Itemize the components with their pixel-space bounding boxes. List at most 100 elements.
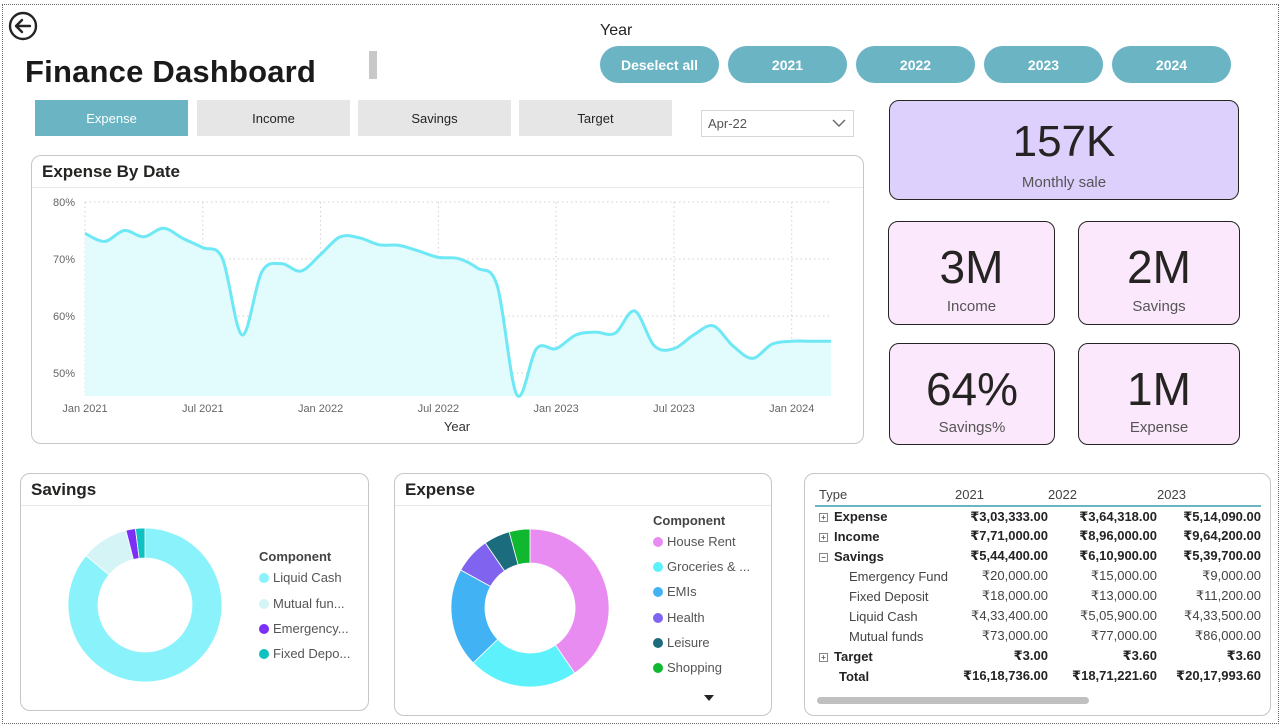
row-label: Total (839, 668, 870, 684)
y-tick-label: 80% (53, 197, 75, 209)
x-tick-label: Jul 2021 (182, 403, 224, 415)
table-row[interactable]: + Expense ₹3,03,333.00 ₹3,64,318.00 ₹5,14,09… (815, 506, 1261, 526)
expand-icon[interactable]: + (819, 652, 828, 662)
value-cell: ₹18,000.00 (981, 588, 1048, 603)
value-cell: ₹5,44,400.00 (970, 548, 1048, 563)
value-cell: ₹18,71,221.60 (1072, 668, 1157, 683)
row-label-cell: Liquid Cash (815, 606, 955, 626)
value-cell: ₹3.60 (1122, 648, 1157, 663)
table-row[interactable]: Emergency Fund ₹20,000.00 ₹15,000.00 ₹9,000… (815, 566, 1261, 586)
kpi-savings-value: 2M (1127, 241, 1191, 293)
value-cell: ₹20,000.00 (981, 568, 1048, 583)
page-title: Finance Dashboard (25, 54, 317, 89)
divider-bar (369, 51, 377, 79)
value-cell: ₹9,64,200.00 (1183, 528, 1261, 543)
legend-scroll-down-icon[interactable] (703, 694, 715, 702)
row-label: Target (834, 648, 873, 664)
x-tick-label: Jul 2023 (653, 403, 695, 415)
table-row[interactable]: Fixed Deposit ₹18,000.00 ₹13,000.00 ₹11,200… (815, 586, 1261, 606)
table-row[interactable]: − Savings ₹5,44,400.00 ₹6,10,900.00 ₹5,39,70… (815, 546, 1261, 566)
value-cell: ₹7,71,000.00 (970, 528, 1048, 543)
tab-income[interactable]: Income (197, 100, 350, 136)
x-tick-label: Jan 2022 (298, 403, 343, 415)
tab-expense[interactable]: Expense (35, 100, 188, 136)
legend-item[interactable]: House Rent (653, 534, 736, 549)
legend-item[interactable]: Liquid Cash (259, 570, 342, 585)
tab-target[interactable]: Target (519, 100, 672, 136)
matrix-header-type[interactable]: Type (815, 484, 955, 507)
kpi-income-value: 3M (939, 241, 1004, 293)
kpi-monthly-sale-card: 157K Monthly sale (889, 100, 1239, 200)
matrix-header-2021[interactable]: 2021 (955, 484, 1048, 507)
year-2023-button[interactable]: 2023 (984, 46, 1103, 83)
year-2021-button[interactable]: 2021 (728, 46, 847, 83)
expense-card-title: Expense (405, 480, 475, 499)
kpi-expense-card: 1M Expense (1078, 343, 1240, 445)
value-cell: ₹73,000.00 (981, 628, 1048, 643)
row-label-cell: Emergency Fund (815, 566, 955, 586)
matrix-horizontal-scrollbar[interactable] (817, 697, 1089, 704)
value-cell: ₹15,000.00 (1090, 568, 1157, 583)
value-cell: ₹13,000.00 (1090, 588, 1157, 603)
table-row[interactable]: + Target ₹3.00 ₹3.60 ₹3.60 (815, 646, 1261, 666)
finance-matrix-table: Type 2021 2022 2023 + Expense ₹3,03,333.00… (815, 484, 1261, 686)
savings-card-title: Savings (31, 480, 97, 499)
tab-savings[interactable]: Savings (358, 100, 511, 136)
matrix-header-2023[interactable]: 2023 (1157, 484, 1261, 507)
row-label-cell: Total (815, 666, 955, 686)
value-cell: ₹4,33,500.00 (1184, 608, 1261, 623)
value-cell: ₹3,64,318.00 (1079, 508, 1157, 524)
table-row[interactable]: Liquid Cash ₹4,33,400.00 ₹5,05,900.00 ₹4,33… (815, 606, 1261, 626)
kpi-savings-pct-label: Savings% (938, 419, 1006, 436)
kpi-monthly-sale-value: 157K (1012, 117, 1116, 166)
table-row[interactable]: + Income ₹7,71,000.00 ₹8,96,000.00 ₹9,64,200… (815, 526, 1261, 546)
expand-icon[interactable]: + (819, 532, 828, 542)
year-2022-button[interactable]: 2022 (856, 46, 975, 83)
savings-legend-title: Component (259, 549, 332, 564)
chevron-down-icon (832, 119, 846, 127)
table-row[interactable]: Total ₹16,18,736.00 ₹18,71,221.60 ₹20,17,99… (815, 666, 1261, 686)
x-tick-label: Jan 2021 (62, 403, 107, 415)
kpi-expense-value: 1M (1127, 363, 1191, 415)
row-label: Income (834, 528, 880, 544)
year-slicer-label: Year (600, 22, 633, 39)
year-deselect-all-button[interactable]: Deselect all (600, 46, 719, 83)
x-tick-label: Jan 2023 (534, 403, 579, 415)
y-tick-label: 60% (53, 311, 75, 323)
legend-item[interactable]: Leisure (653, 635, 710, 650)
year-2024-button[interactable]: 2024 (1112, 46, 1231, 83)
y-tick-label: 50% (53, 368, 75, 380)
value-cell: ₹4,33,400.00 (971, 608, 1048, 623)
expense-line-chart: 80% 70% 60% 50% Jan 2021 Jul 2021 Jan 2022 Jul … (53, 197, 831, 434)
matrix-header-2022[interactable]: 2022 (1048, 484, 1157, 507)
row-label-cell: + Income (815, 526, 955, 546)
expense-legend-title: Component (653, 513, 726, 528)
row-label: Savings (834, 548, 884, 564)
value-cell: ₹3.00 (1013, 648, 1048, 663)
collapse-icon[interactable]: − (819, 552, 828, 562)
value-cell: ₹5,14,090.00 (1183, 508, 1261, 524)
legend-item[interactable]: Emergency... (259, 621, 349, 636)
y-tick-label: 70% (53, 254, 75, 266)
row-label: Fixed Deposit (849, 588, 929, 604)
row-label-cell: Mutual funds (815, 626, 955, 646)
kpi-income-label: Income (946, 298, 997, 315)
kpi-monthly-sale-label: Monthly sale (1021, 174, 1107, 191)
x-tick-label: Jul 2022 (418, 403, 460, 415)
kpi-income-card: 3M Income (888, 221, 1055, 325)
back-arrow-icon[interactable] (8, 11, 38, 41)
row-label-cell: + Target (815, 646, 955, 666)
legend-item[interactable]: Shopping (653, 660, 722, 675)
row-label-cell: Fixed Deposit (815, 586, 955, 606)
date-dropdown[interactable]: Apr-22 (701, 110, 854, 137)
legend-item[interactable]: Health (653, 610, 705, 625)
legend-item[interactable]: Groceries & ... (653, 559, 750, 574)
table-row[interactable]: Mutual funds ₹73,000.00 ₹77,000.00 ₹86,000.… (815, 626, 1261, 646)
legend-item[interactable]: EMIs (653, 584, 697, 599)
x-axis-label: Year (444, 419, 471, 434)
row-label: Mutual funds (849, 628, 924, 644)
expand-icon[interactable]: + (819, 513, 828, 523)
legend-item[interactable]: Mutual fun... (259, 596, 345, 611)
legend-item[interactable]: Fixed Depo... (259, 646, 350, 661)
date-dropdown-value: Apr-22 (708, 116, 748, 131)
